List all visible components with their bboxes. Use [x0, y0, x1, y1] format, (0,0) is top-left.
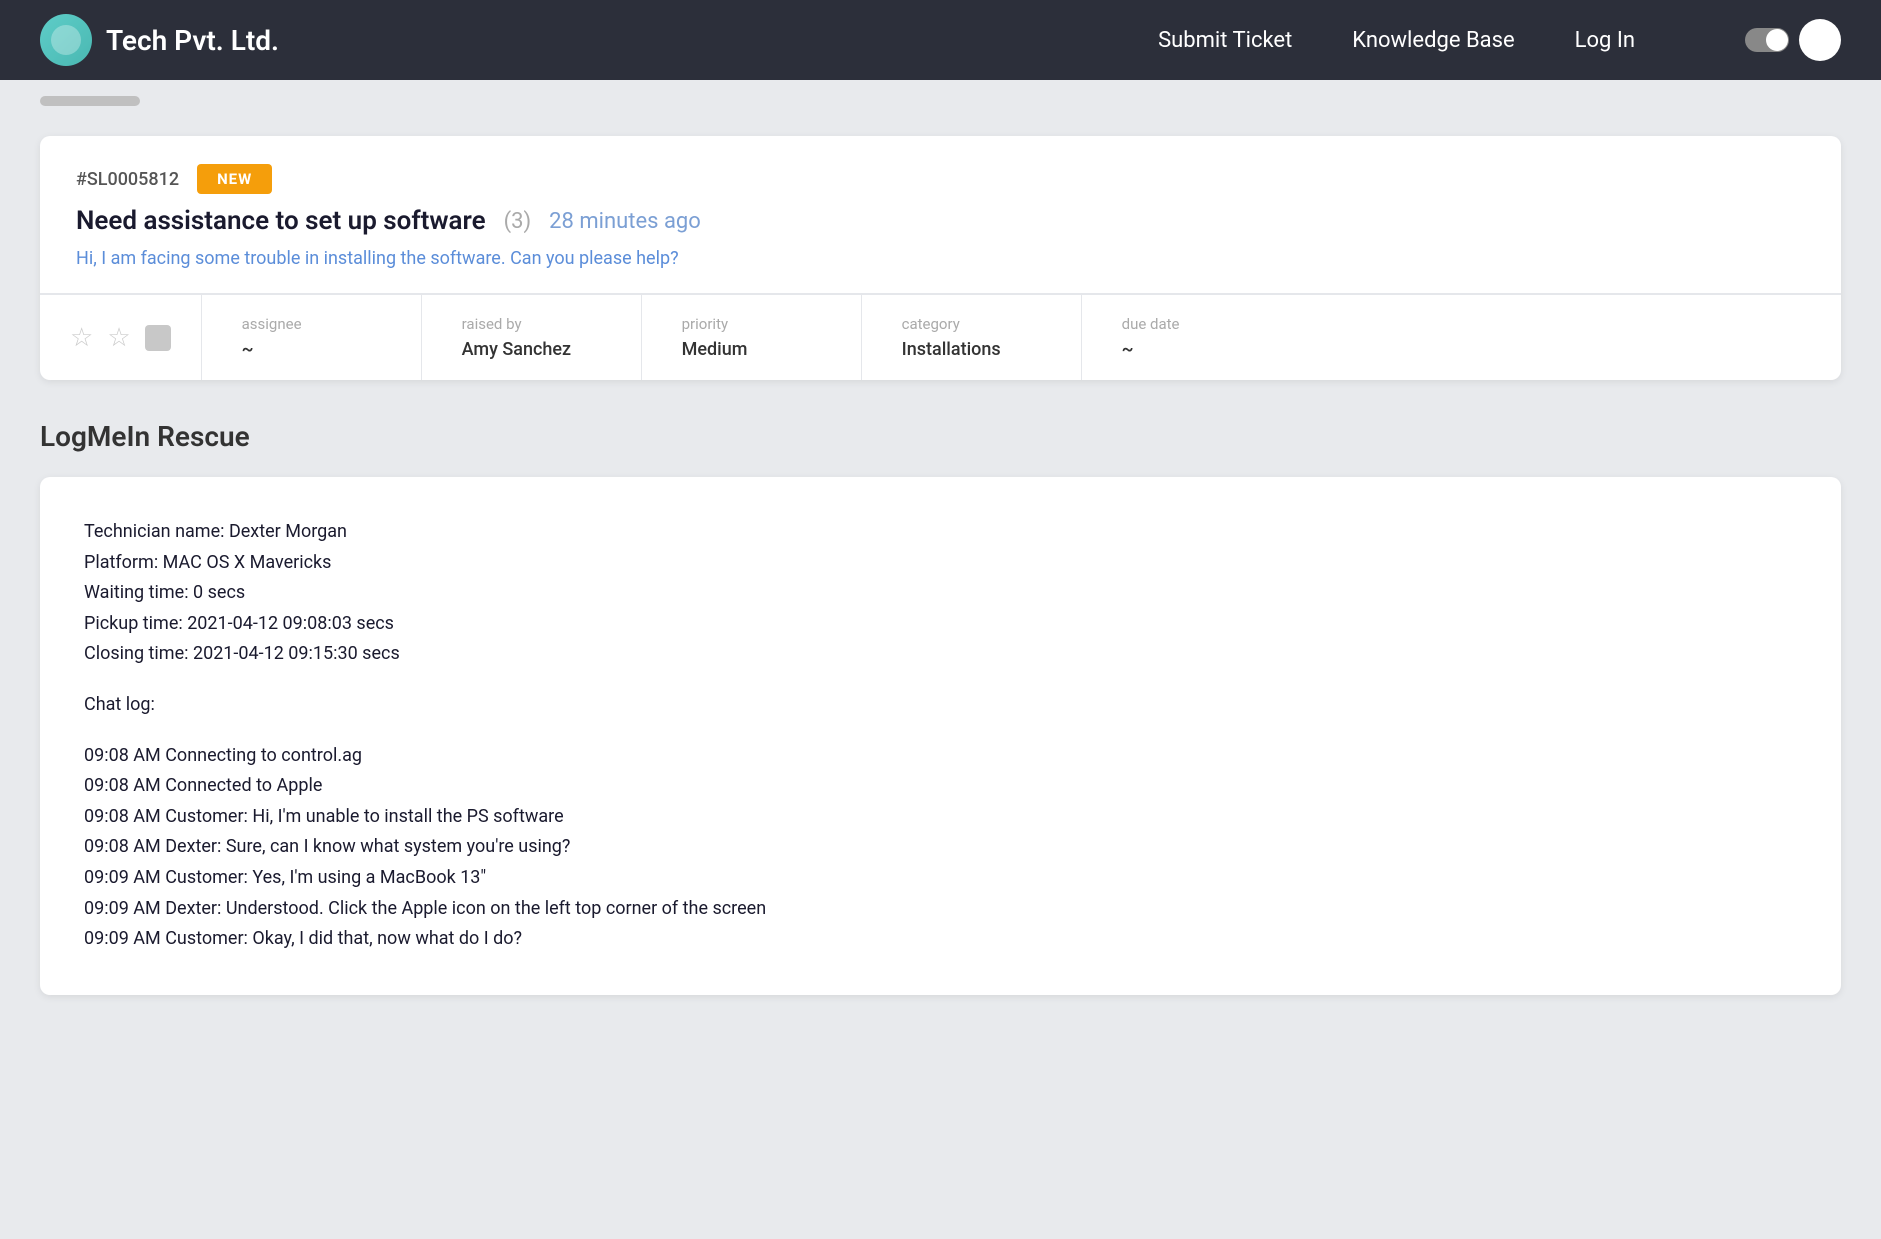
page-content: #SL0005812 NEW Need assistance to set up…	[0, 106, 1881, 1025]
user-avatar[interactable]	[1799, 19, 1841, 61]
log-spacer	[84, 721, 1797, 741]
log-line: Chat log:	[84, 690, 1797, 721]
log-line: Pickup time: 2021-04-12 09:08:03 secs	[84, 609, 1797, 640]
meta-raised-by: raised by Amy Sanchez	[422, 295, 642, 380]
square-icon[interactable]	[145, 325, 171, 351]
ticket-header: #SL0005812 NEW Need assistance to set up…	[40, 136, 1841, 294]
submit-ticket-link[interactable]: Submit Ticket	[1158, 28, 1292, 53]
log-card: Technician name: Dexter MorganPlatform: …	[40, 477, 1841, 995]
log-line: Technician name: Dexter Morgan	[84, 517, 1797, 548]
log-line: Closing time: 2021-04-12 09:15:30 secs	[84, 639, 1797, 670]
priority-label: priority	[682, 315, 821, 333]
knowledge-base-link[interactable]: Knowledge Base	[1352, 28, 1514, 53]
category-value: Installations	[902, 339, 1041, 360]
theme-toggle[interactable]	[1745, 28, 1789, 52]
ticket-title-row: Need assistance to set up software (3) 2…	[76, 206, 1805, 236]
raised-by-label: raised by	[462, 315, 601, 333]
theme-toggle-area	[1745, 19, 1841, 61]
brand-logo-inner	[51, 25, 81, 55]
toggle-knob	[1766, 29, 1788, 51]
meta-due-date: due date ~	[1082, 295, 1302, 380]
assignee-value: ~	[242, 339, 381, 360]
assignee-label: assignee	[242, 315, 381, 333]
meta-priority: priority Medium	[642, 295, 862, 380]
priority-value: Medium	[682, 339, 821, 360]
log-line: 09:08 AM Connecting to control.ag	[84, 741, 1797, 772]
meta-category: category Installations	[862, 295, 1082, 380]
ticket-title: Need assistance to set up software	[76, 206, 486, 236]
log-lines-container: Technician name: Dexter MorganPlatform: …	[84, 517, 1797, 955]
category-label: category	[902, 315, 1041, 333]
log-line: Waiting time: 0 secs	[84, 578, 1797, 609]
star-icon-2[interactable]: ☆	[107, 323, 130, 353]
ticket-id: #SL0005812	[76, 169, 179, 190]
brand-logo	[40, 14, 92, 66]
due-date-value: ~	[1122, 339, 1262, 360]
ticket-meta-row: ☆ ☆ assignee ~ raised by Amy Sanchez pri…	[40, 294, 1841, 380]
ticket-time-ago: 28 minutes ago	[549, 209, 701, 234]
ticket-id-row: #SL0005812 NEW	[76, 164, 1805, 194]
log-line: 09:09 AM Customer: Yes, I'm using a MacB…	[84, 863, 1797, 894]
ticket-status-badge: NEW	[197, 164, 272, 194]
login-link[interactable]: Log In	[1575, 28, 1635, 53]
raised-by-value: Amy Sanchez	[462, 339, 601, 360]
navbar: Tech Pvt. Ltd. Submit Ticket Knowledge B…	[0, 0, 1881, 80]
log-line: 09:08 AM Dexter: Sure, can I know what s…	[84, 832, 1797, 863]
ticket-card: #SL0005812 NEW Need assistance to set up…	[40, 136, 1841, 380]
log-line: 09:08 AM Customer: Hi, I'm unable to ins…	[84, 802, 1797, 833]
brand-name: Tech Pvt. Ltd.	[106, 24, 279, 57]
ticket-comment-count: (3)	[504, 209, 532, 234]
log-line: 09:09 AM Customer: Okay, I did that, now…	[84, 924, 1797, 955]
ticket-preview: Hi, I am facing some trouble in installi…	[76, 248, 1805, 269]
meta-icons: ☆ ☆	[40, 295, 202, 380]
log-spacer	[84, 670, 1797, 690]
scrollbar-track[interactable]	[40, 96, 140, 106]
star-icon-1[interactable]: ☆	[70, 323, 93, 353]
log-line: Platform: MAC OS X Mavericks	[84, 548, 1797, 579]
log-line: 09:08 AM Connected to Apple	[84, 771, 1797, 802]
navbar-links: Submit Ticket Knowledge Base Log In	[1158, 19, 1841, 61]
meta-assignee: assignee ~	[202, 295, 422, 380]
scrollbar-area	[0, 80, 1881, 106]
brand-area: Tech Pvt. Ltd.	[40, 14, 279, 66]
log-line: 09:09 AM Dexter: Understood. Click the A…	[84, 894, 1797, 925]
section-title: LogMeIn Rescue	[40, 420, 1841, 453]
due-date-label: due date	[1122, 315, 1262, 333]
